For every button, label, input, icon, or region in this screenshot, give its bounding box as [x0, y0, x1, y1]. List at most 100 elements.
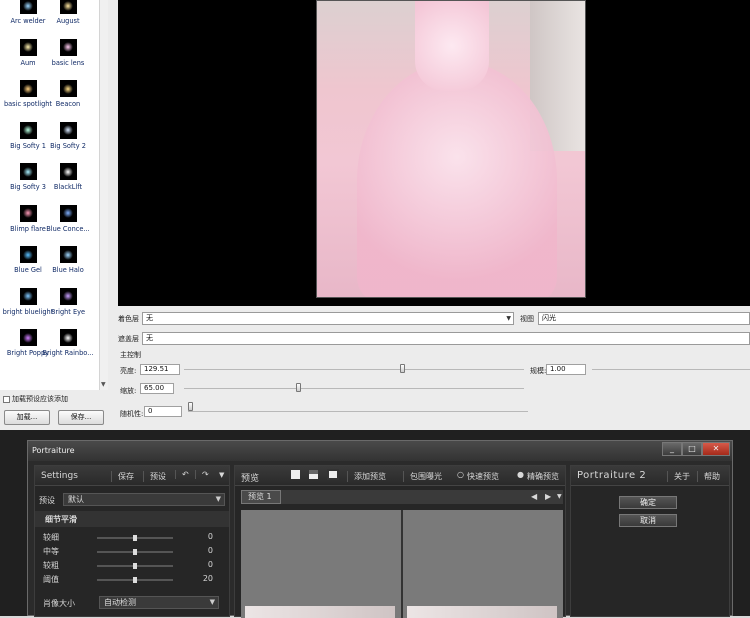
prev-tab-icon[interactable]: ◀: [531, 492, 537, 501]
mask-label: 遮盖层: [118, 335, 139, 343]
fast-preview-radio[interactable]: ○: [457, 470, 464, 479]
light-item[interactable]: Blue Conce...: [42, 200, 94, 244]
photo-dress: [357, 61, 557, 297]
scale-slider-handle[interactable]: [296, 383, 301, 392]
undo-icon[interactable]: ↶: [175, 470, 189, 479]
brightness-label: 亮度:: [120, 367, 137, 375]
light-list-scrollbar[interactable]: ▼: [99, 0, 108, 390]
slider-handle[interactable]: [133, 549, 137, 555]
light-label: August: [56, 17, 80, 25]
slider-label: 较粗: [43, 561, 59, 570]
gain-input[interactable]: 1.00: [546, 364, 586, 375]
cancel-button[interactable]: 取消: [619, 514, 677, 527]
brightness-slider-handle[interactable]: [400, 364, 405, 373]
light-item[interactable]: Bright Rainbo...: [42, 324, 94, 368]
light-type-list: Arc welder August Aum basic lens basic spotl…: [0, 0, 108, 390]
accurate-preview-radio[interactable]: ●: [517, 470, 524, 479]
settings-header: Settings 保存 预设 ↶ ↷ ▼: [35, 466, 229, 486]
brightness-input[interactable]: 129.51: [140, 364, 180, 375]
help-button[interactable]: 帮助: [697, 471, 720, 482]
add-preset-label: 加载预设应该添加: [12, 395, 68, 403]
load-button[interactable]: 加载...: [4, 410, 50, 425]
split-horizontal-icon[interactable]: [309, 470, 318, 479]
slider-label: 中等: [43, 547, 59, 556]
accurate-preview-label: 精确预览: [527, 472, 559, 481]
color-layer-value: 无: [146, 314, 153, 322]
light-item[interactable]: basic lens: [42, 34, 94, 78]
scroll-down-icon[interactable]: ▼: [101, 381, 106, 388]
window-titlebar[interactable]: Portraiture _ □ ✕: [28, 441, 732, 461]
maximize-icon[interactable]: □: [682, 442, 702, 456]
light-label: Bright Rainbo...: [42, 349, 94, 357]
preset-button[interactable]: 预设: [143, 471, 166, 482]
scale-track[interactable]: [184, 388, 524, 389]
light-label: basic lens: [51, 58, 85, 67]
light-item[interactable]: August: [42, 0, 94, 36]
save-settings-button[interactable]: 保存: [111, 471, 134, 482]
settings-title: Settings: [41, 471, 78, 481]
main-control-label: 主控制: [120, 351, 141, 359]
redo-icon[interactable]: ↷: [195, 470, 209, 479]
light-preview-icon: [59, 329, 77, 346]
light-item[interactable]: Bright Eye: [42, 283, 94, 327]
save-button[interactable]: 保存...: [58, 410, 104, 425]
portrait-size-select[interactable]: 自动检测 ▼: [99, 596, 219, 609]
light-preview-icon: [59, 38, 77, 56]
preview-area: [241, 510, 563, 618]
view-value: 闪光: [542, 314, 556, 322]
slider-handle[interactable]: [133, 563, 137, 569]
chevron-down-icon: ▼: [506, 315, 511, 322]
random-label: 随机性:: [120, 410, 144, 418]
checkbox-box[interactable]: [3, 395, 10, 403]
slider-handle[interactable]: [133, 535, 137, 541]
about-button[interactable]: 关于: [667, 471, 690, 482]
mask-select[interactable]: 无: [142, 332, 750, 345]
single-view-icon[interactable]: [291, 470, 300, 479]
view-label: 视图: [520, 315, 534, 323]
light-glow: [23, 166, 33, 177]
next-tab-icon[interactable]: ▶: [545, 492, 551, 501]
random-slider-handle[interactable]: [188, 402, 193, 411]
brightness-track[interactable]: [184, 369, 524, 370]
view-select[interactable]: 闪光: [538, 312, 750, 325]
split-vertical-icon[interactable]: [327, 469, 339, 480]
detail-smooth-title: 细节平滑: [45, 515, 77, 524]
add-preview-button[interactable]: 添加预览: [347, 471, 386, 482]
random-track[interactable]: [188, 411, 528, 412]
slider-handle[interactable]: [133, 577, 137, 583]
light-preview-icon: [19, 246, 37, 263]
light-item[interactable]: Big Softy 2: [42, 117, 94, 161]
gain-track[interactable]: [592, 369, 750, 370]
gain-label: 规模:: [530, 367, 547, 375]
preview-divider[interactable]: [401, 510, 403, 618]
light-item[interactable]: BlackLlft: [42, 158, 94, 202]
preset-label: 预设: [39, 496, 55, 505]
chevron-down-icon[interactable]: ▼: [219, 471, 224, 479]
light-preview-icon: [59, 0, 77, 14]
light-glow: [63, 83, 73, 94]
minimize-icon[interactable]: _: [662, 442, 682, 456]
scale-label: 缩放:: [120, 387, 137, 395]
detail-smooth-header[interactable]: 细节平滑: [35, 511, 229, 527]
light-label: Aum: [20, 58, 36, 67]
color-layer-select[interactable]: 无 ▼: [142, 312, 514, 325]
portrait-size-label: 肖像大小: [43, 599, 75, 608]
light-glow: [23, 332, 33, 343]
light-item[interactable]: Blue Halo: [42, 241, 94, 285]
light-glow: [63, 332, 73, 343]
preview-tab[interactable]: 预览 1: [241, 490, 281, 504]
close-icon[interactable]: ✕: [702, 442, 730, 456]
add-preset-checkbox[interactable]: 加载预设应该添加: [3, 394, 68, 404]
random-input[interactable]: 0: [144, 406, 182, 417]
surround-exposure-button[interactable]: 包围曝光: [403, 471, 442, 482]
preset-select[interactable]: 默认 ▼: [63, 493, 225, 506]
scale-input[interactable]: 65.00: [140, 383, 174, 394]
light-label: Blimp flare: [10, 224, 46, 233]
preview-thumb-before: [245, 606, 395, 618]
light-preview-icon: [19, 163, 37, 180]
ok-button[interactable]: 确定: [619, 496, 677, 509]
chevron-down-icon[interactable]: ▼: [557, 493, 562, 500]
light-preview-icon: [59, 121, 77, 139]
light-glow: [23, 249, 33, 260]
light-item[interactable]: Beacon: [42, 75, 94, 119]
